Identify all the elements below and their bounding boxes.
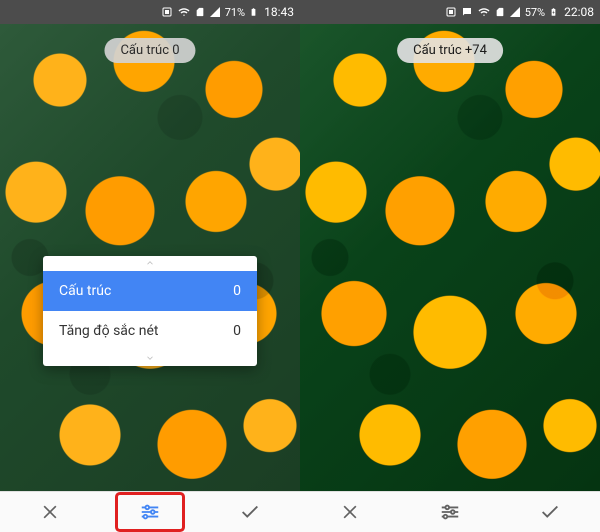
chat-icon: [461, 6, 473, 18]
sim-icon: [195, 6, 205, 18]
bottom-bar: [300, 491, 600, 532]
cancel-button[interactable]: [318, 495, 382, 529]
close-icon: [340, 502, 360, 522]
confirm-button[interactable]: [218, 495, 282, 529]
check-icon: [239, 501, 261, 523]
wifi-icon: [177, 6, 191, 18]
param-row-structure[interactable]: Cấu trúc 0: [43, 271, 257, 311]
status-bar: 71% 18:43: [0, 0, 300, 24]
clock: 18:43: [264, 5, 294, 19]
sliders-icon: [139, 501, 161, 523]
adjust-button[interactable]: [118, 495, 182, 529]
confirm-button[interactable]: [518, 495, 582, 529]
adjustment-pill: Cấu trúc +74: [397, 38, 503, 63]
image-canvas[interactable]: Cấu trúc 0 Cấu trúc 0 Tăng độ sắc nét 0: [0, 24, 300, 491]
param-value: 0: [233, 283, 241, 299]
battery-icon: [249, 5, 258, 19]
signal-icon: [209, 6, 221, 18]
screenshot-icon: [445, 6, 457, 18]
sim-icon: [495, 6, 505, 18]
battery-percent: 71%: [225, 6, 245, 19]
signal-icon: [509, 6, 521, 18]
screen-left: 71% 18:43 Cấu trúc 0 Cấu trúc 0 Tăng độ …: [0, 0, 300, 532]
check-icon: [539, 501, 561, 523]
clock: 22:08: [564, 5, 594, 19]
bottom-bar: [0, 491, 300, 532]
status-bar: 57% 22:08: [300, 0, 600, 24]
cancel-button[interactable]: [18, 495, 82, 529]
screen-right: 57% 22:08 Cấu trúc +74: [300, 0, 600, 532]
param-row-sharpen[interactable]: Tăng độ sắc nét 0: [43, 311, 257, 351]
chevron-up-icon[interactable]: [43, 256, 257, 271]
param-label: Tăng độ sắc nét: [59, 323, 158, 339]
adjustment-pill: Cấu trúc 0: [104, 38, 195, 63]
image-canvas[interactable]: Cấu trúc +74: [300, 24, 600, 491]
sliders-icon: [439, 501, 461, 523]
adjustment-panel[interactable]: Cấu trúc 0 Tăng độ sắc nét 0: [43, 256, 257, 366]
adjust-button[interactable]: [418, 495, 482, 529]
param-value: 0: [233, 323, 241, 339]
battery-charging-icon: [549, 5, 558, 19]
battery-percent: 57%: [525, 6, 545, 19]
screens-pair: 71% 18:43 Cấu trúc 0 Cấu trúc 0 Tăng độ …: [0, 0, 600, 532]
screenshot-icon: [161, 6, 173, 18]
param-label: Cấu trúc: [59, 283, 111, 299]
wifi-icon: [477, 6, 491, 18]
chevron-down-icon[interactable]: [43, 351, 257, 366]
close-icon: [40, 502, 60, 522]
